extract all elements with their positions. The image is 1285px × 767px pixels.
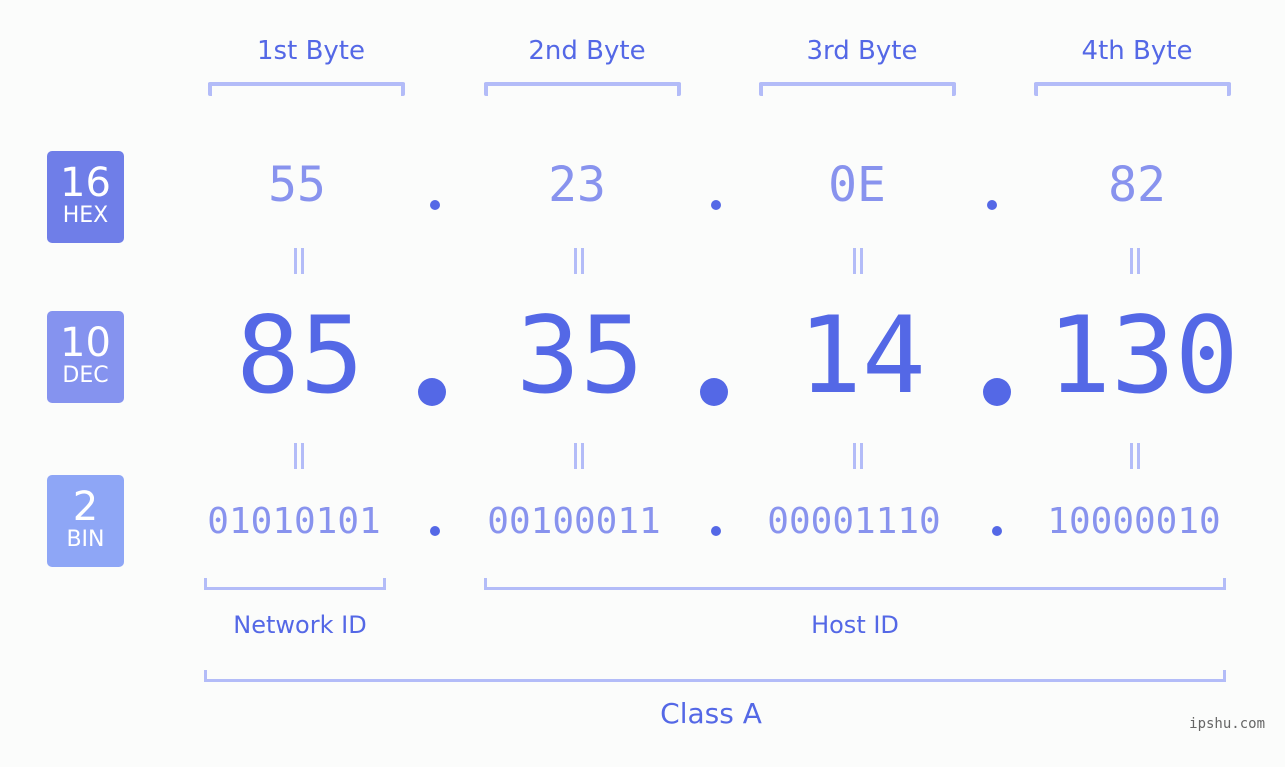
- equals-icon: [572, 443, 586, 469]
- dec-byte-4: 130: [1047, 294, 1239, 417]
- bin-label: BIN: [66, 527, 105, 552]
- network-id-label: Network ID: [233, 611, 367, 639]
- hex-base: 16: [60, 160, 111, 206]
- dec-label: DEC: [62, 363, 109, 388]
- dec-badge: 10 DEC: [47, 311, 124, 403]
- equals-icon: [851, 443, 865, 469]
- bin-dot-1: [430, 526, 440, 536]
- byte-bracket-4: [1034, 82, 1231, 96]
- bin-dot-3: [992, 526, 1002, 536]
- equals-icon: [1128, 248, 1142, 274]
- byte-bracket-1: [208, 82, 405, 96]
- hex-byte-4: 82: [1108, 157, 1166, 213]
- byte-bracket-2: [484, 82, 681, 96]
- hex-label: HEX: [62, 203, 109, 228]
- byte-header-2: 2nd Byte: [528, 36, 646, 66]
- equals-icon: [292, 248, 306, 274]
- network-id-bracket: [204, 578, 386, 590]
- bin-byte-1: 01010101: [207, 501, 381, 542]
- byte-header-4: 4th Byte: [1081, 36, 1193, 66]
- hex-dot-1: [430, 200, 440, 210]
- equals-icon: [1128, 443, 1142, 469]
- dec-dot-2: [700, 378, 728, 406]
- host-id-bracket: [484, 578, 1226, 590]
- bin-byte-4: 10000010: [1047, 501, 1221, 542]
- dec-base: 10: [60, 320, 111, 366]
- hex-byte-3: 0E: [828, 157, 886, 213]
- bin-badge: 2 BIN: [47, 475, 124, 567]
- class-bracket: [204, 670, 1226, 682]
- dec-dot-3: [983, 378, 1011, 406]
- equals-icon: [292, 443, 306, 469]
- dec-byte-2: 35: [516, 294, 644, 417]
- hex-dot-3: [987, 200, 997, 210]
- byte-bracket-3: [759, 82, 956, 96]
- dec-byte-3: 14: [798, 294, 926, 417]
- watermark: ipshu.com: [1189, 716, 1265, 732]
- bin-byte-3: 00001110: [767, 501, 941, 542]
- equals-icon: [851, 248, 865, 274]
- dec-dot-1: [418, 378, 446, 406]
- hex-badge: 16 HEX: [47, 151, 124, 243]
- dec-byte-1: 85: [236, 294, 364, 417]
- equals-icon: [572, 248, 586, 274]
- bin-base: 2: [72, 484, 99, 530]
- host-id-label: Host ID: [811, 611, 899, 639]
- byte-header-3: 3rd Byte: [806, 36, 918, 66]
- byte-header-1: 1st Byte: [257, 36, 365, 66]
- bin-dot-2: [711, 526, 721, 536]
- bin-byte-2: 00100011: [487, 501, 661, 542]
- hex-dot-2: [711, 200, 721, 210]
- hex-byte-2: 23: [548, 157, 606, 213]
- hex-byte-1: 55: [268, 157, 326, 213]
- class-label: Class A: [660, 697, 762, 730]
